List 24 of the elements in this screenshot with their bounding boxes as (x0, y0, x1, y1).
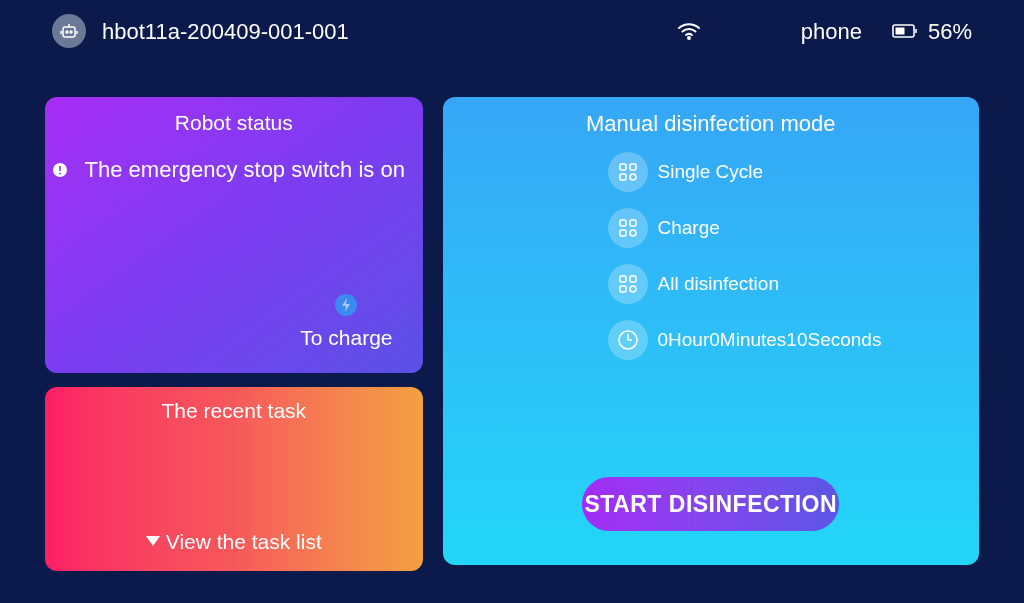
to-charge-button[interactable]: To charge (300, 293, 393, 353)
mode-option[interactable]: Single Cycle (607, 152, 882, 192)
network-label: phone (800, 17, 862, 46)
grid-icon (617, 162, 638, 182)
wifi-icon (676, 21, 701, 41)
device-name: hbot11a-200409-001-001 (102, 17, 349, 46)
lightning-icon (335, 293, 358, 316)
card-title: Manual disinfection mode (586, 110, 836, 138)
mode-option[interactable]: Charge (607, 208, 882, 248)
status-message: The emergency stop switch is on (83, 155, 406, 184)
mode-option[interactable]: 0Hour0Minutes10Seconds (607, 320, 882, 360)
battery-percent: 56% (927, 17, 972, 46)
battery-icon (891, 24, 918, 38)
robot-avatar-icon (52, 14, 86, 48)
mode-option[interactable]: All disinfection (607, 264, 882, 304)
view-task-list-link[interactable]: View the task list (145, 525, 322, 557)
grid-icon (617, 218, 638, 238)
card-title: The recent task (161, 398, 307, 424)
clock-icon (616, 329, 639, 351)
caret-icon (145, 536, 160, 547)
start-disinfection-button[interactable]: START DISINFECTION (582, 477, 840, 531)
card-title: Robot status (174, 110, 293, 136)
grid-icon (617, 274, 638, 294)
warning-icon (53, 162, 67, 177)
